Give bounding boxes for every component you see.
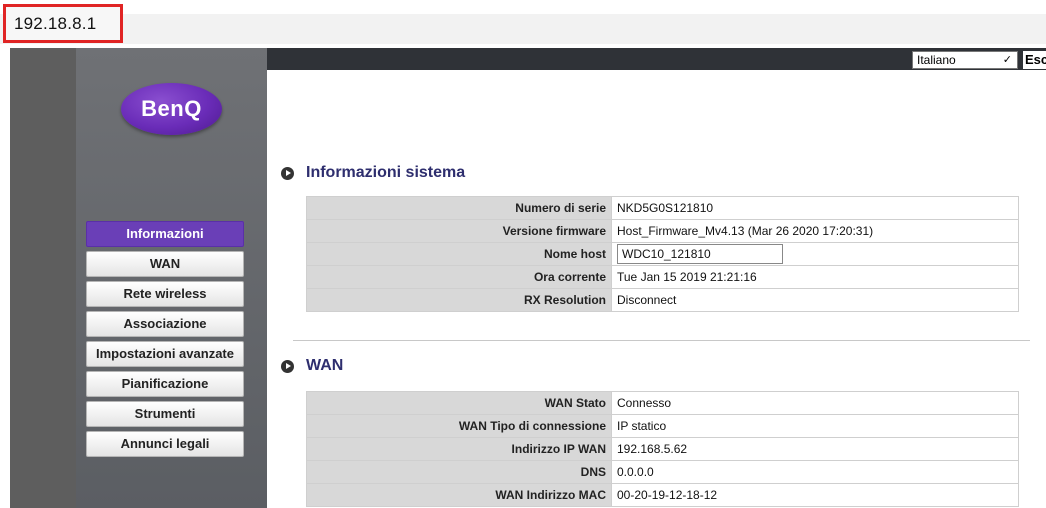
section-arrow-icon	[281, 166, 294, 180]
sidebar-item-impostazioni-avanzate[interactable]: Impostazioni avanzate	[86, 341, 244, 367]
sidebar-item-pianificazione[interactable]: Pianificazione	[86, 371, 244, 397]
table-row: WAN Tipo di connessione IP statico	[306, 414, 1019, 438]
url-field[interactable]: 192.18.8.1	[3, 4, 123, 43]
row-label: WAN Indirizzo MAC	[306, 483, 612, 507]
logo-text: BenQ	[141, 96, 202, 121]
chevron-down-icon: ✓	[1002, 54, 1012, 66]
row-value: NKD5G0S121810	[611, 196, 1019, 220]
page: 192.18.8.1 BenQ Informazioni WAN Rete wi…	[0, 0, 1046, 508]
sidebar-item-annunci-legali[interactable]: Annunci legali	[86, 431, 244, 457]
row-label: DNS	[306, 460, 612, 484]
section-arrow-icon	[281, 359, 294, 373]
benq-logo: BenQ	[121, 83, 222, 135]
row-label: Nome host	[306, 242, 612, 266]
row-label: WAN Stato	[306, 391, 612, 415]
row-value: 0.0.0.0	[611, 460, 1019, 484]
row-value: Disconnect	[611, 288, 1019, 312]
browser-address-bar: 192.18.8.1	[0, 0, 1046, 44]
row-label: WAN Tipo di connessione	[306, 414, 612, 438]
wan-table: WAN Stato Connesso WAN Tipo di connessio…	[306, 391, 1019, 507]
table-row: WAN Stato Connesso	[306, 391, 1019, 415]
sidebar-item-associazione[interactable]: Associazione	[86, 311, 244, 337]
row-label: Versione firmware	[306, 219, 612, 243]
row-value: Tue Jan 15 2019 21:21:16	[611, 265, 1019, 289]
system-info-table: Numero di serie NKD5G0S121810 Versione f…	[306, 196, 1019, 312]
table-row: Nome host	[306, 242, 1019, 266]
table-row: Ora corrente Tue Jan 15 2019 21:21:16	[306, 265, 1019, 289]
left-rail	[10, 48, 76, 508]
table-row: Versione firmware Host_Firmware_Mv4.13 (…	[306, 219, 1019, 243]
row-label: Indirizzo IP WAN	[306, 437, 612, 461]
wan-title: WAN	[306, 357, 344, 374]
sidebar-nav: Informazioni WAN Rete wireless Associazi…	[86, 221, 244, 461]
table-row: WAN Indirizzo MAC 00-20-19-12-18-12	[306, 483, 1019, 507]
table-row: DNS 0.0.0.0	[306, 460, 1019, 484]
system-info-header: Informazioni sistema	[281, 164, 465, 182]
table-row: Numero di serie NKD5G0S121810	[306, 196, 1019, 220]
row-value: Host_Firmware_Mv4.13 (Mar 26 2020 17:20:…	[611, 219, 1019, 243]
table-row: RX Resolution Disconnect	[306, 288, 1019, 312]
language-selected-value: Italiano	[917, 53, 956, 67]
row-label: RX Resolution	[306, 288, 612, 312]
row-value: 00-20-19-12-18-12	[611, 483, 1019, 507]
sidebar-item-rete-wireless[interactable]: Rete wireless	[86, 281, 244, 307]
system-info-title: Informazioni sistema	[306, 164, 466, 181]
hostname-input[interactable]	[617, 244, 783, 264]
exit-link[interactable]: Esc	[1023, 51, 1046, 69]
row-label: Numero di serie	[306, 196, 612, 220]
wan-header: WAN	[281, 357, 343, 375]
address-bar-strip	[0, 14, 1046, 44]
row-value: 192.168.5.62	[611, 437, 1019, 461]
sidebar-item-informazioni[interactable]: Informazioni	[86, 221, 244, 247]
table-row: Indirizzo IP WAN 192.168.5.62	[306, 437, 1019, 461]
language-select[interactable]: Italiano ✓	[912, 51, 1018, 69]
sidebar-item-wan[interactable]: WAN	[86, 251, 244, 277]
sidebar-item-strumenti[interactable]: Strumenti	[86, 401, 244, 427]
row-value	[611, 242, 1019, 266]
row-value: IP statico	[611, 414, 1019, 438]
section-divider	[293, 340, 1030, 341]
row-value: Connesso	[611, 391, 1019, 415]
row-label: Ora corrente	[306, 265, 612, 289]
